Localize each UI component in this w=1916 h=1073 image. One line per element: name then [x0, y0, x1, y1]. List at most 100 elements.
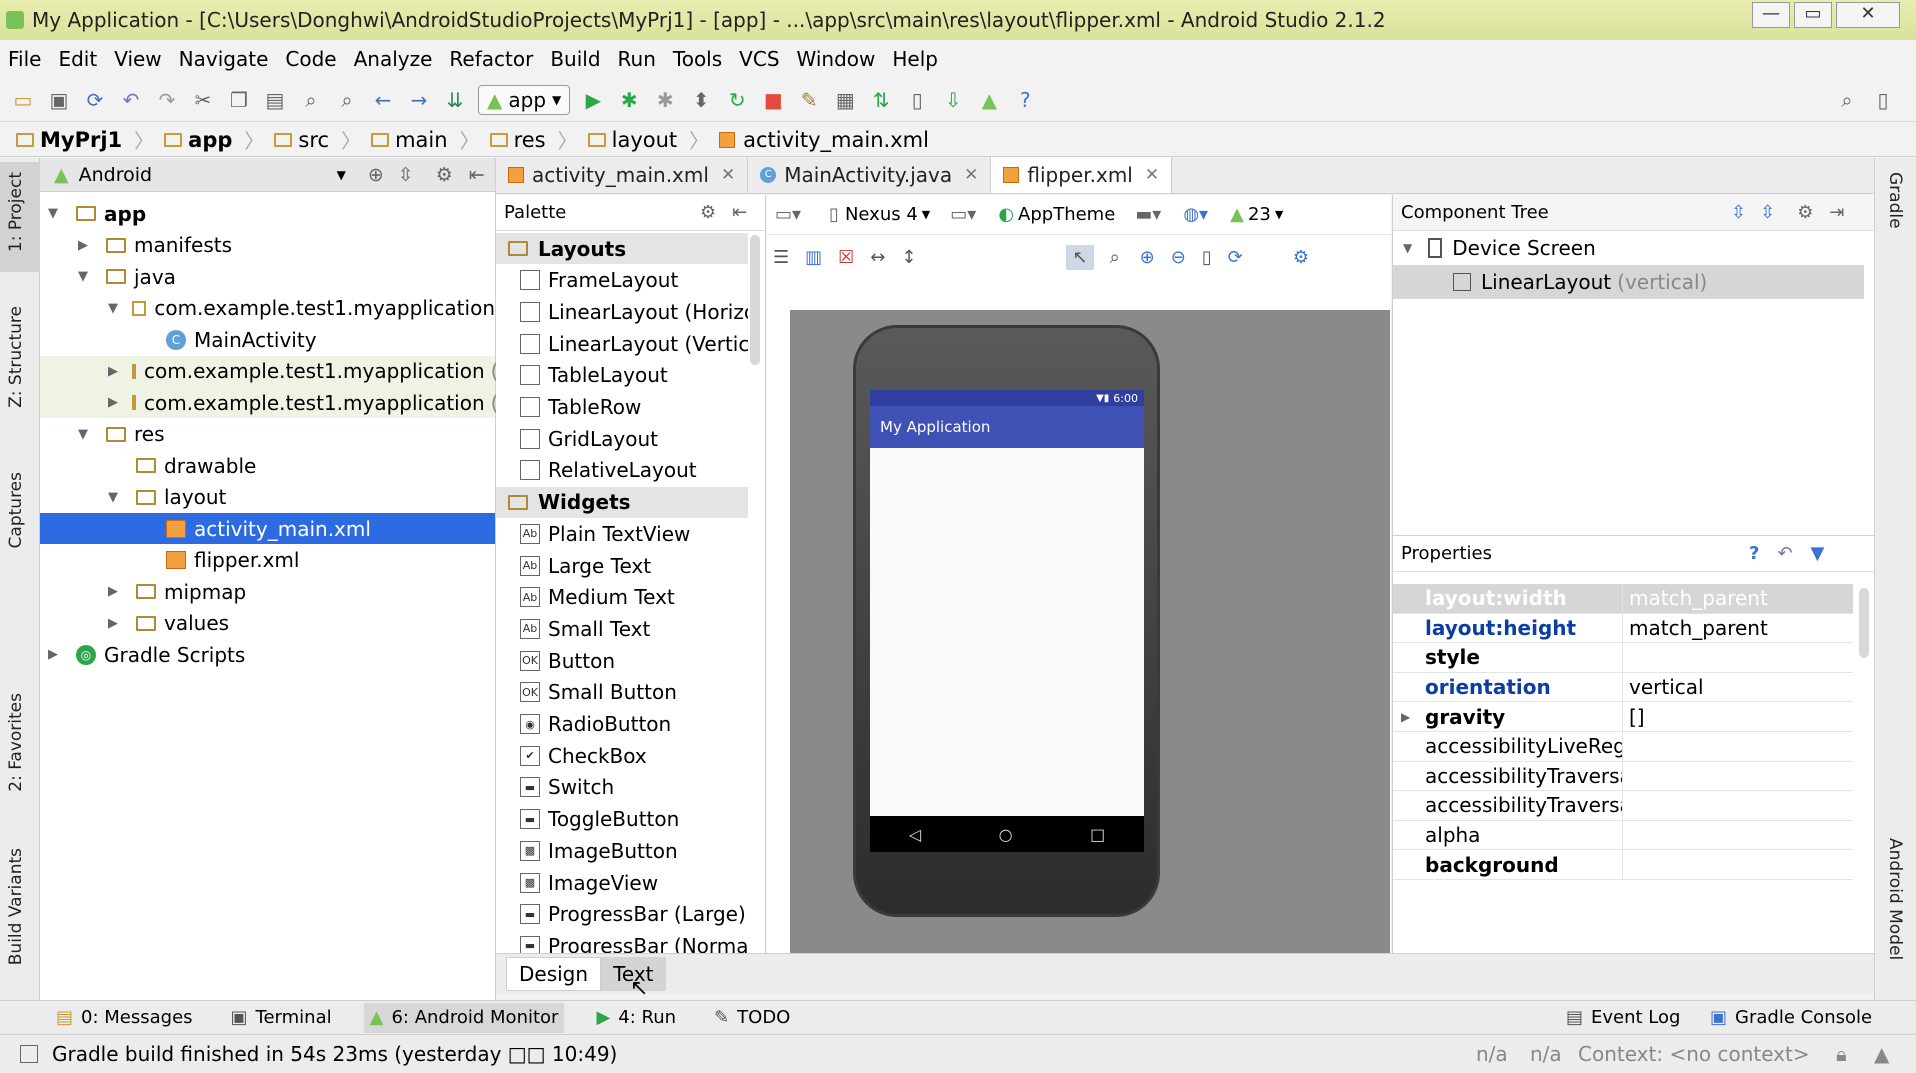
project-view-select[interactable]: Android — [79, 164, 337, 186]
attach-debugger-icon[interactable]: ⬍ — [688, 87, 714, 113]
gradle-console-tool-button[interactable]: ▣ Gradle Console — [1704, 1003, 1878, 1033]
sdk-manager-icon[interactable]: ⇩ — [940, 87, 966, 113]
property-row[interactable]: style — [1393, 642, 1853, 673]
zoom-out-icon[interactable]: ⊖ — [1171, 247, 1186, 268]
palette-item[interactable]: Ab Small Text — [520, 613, 650, 644]
android-monitor-tool-button[interactable]: ▲ 6: Android Monitor — [363, 1002, 565, 1033]
editor-tab-mainactivity[interactable]: C MainActivity.java ✕ — [748, 157, 992, 193]
palette-item[interactable]: TableRow — [520, 392, 641, 423]
device-screen[interactable] — [870, 390, 1144, 816]
android-icon[interactable]: ▲ — [1874, 1042, 1889, 1066]
menu-refactor[interactable]: Refactor — [449, 47, 533, 71]
property-row[interactable]: accessibilityTraversalA — [1393, 761, 1853, 792]
palette-item[interactable]: ◉ RadioButton — [520, 709, 671, 740]
fit-width-icon[interactable]: ↔ — [870, 247, 885, 268]
project-tree-item[interactable]: ▼ res — [40, 419, 495, 450]
collapse-arrow-icon[interactable]: ▶ — [108, 395, 118, 410]
property-row[interactable]: background — [1393, 849, 1853, 880]
event-log-indicator-icon[interactable]: ▯ — [1870, 87, 1896, 113]
project-tree-item[interactable]: ▶com.example.test1.myapplication(a — [40, 355, 511, 387]
terminal-tool-button[interactable]: ▣ Terminal — [225, 1003, 338, 1033]
collapse-arrow-icon[interactable]: ▶ — [108, 616, 122, 631]
menu-help[interactable]: Help — [892, 47, 938, 71]
menu-analyze[interactable]: Analyze — [354, 47, 433, 71]
breadcrumb-layout[interactable]: layout — [587, 128, 677, 152]
tree-node-linearlayout[interactable]: LinearLayout (vertical) — [1393, 265, 1864, 299]
collapse-all-icon[interactable]: ⇳ — [1760, 202, 1775, 223]
layout-columns-icon[interactable]: ▥ — [805, 247, 822, 268]
collapse-arrow-icon[interactable]: ▶ — [108, 584, 122, 599]
locale-icon[interactable]: ◍▾ — [1183, 204, 1208, 225]
editor-tab-activity-main[interactable]: activity_main.xml ✕ — [496, 157, 749, 193]
collapse-arrow-icon[interactable]: ▶ — [108, 364, 118, 379]
palette-item[interactable]: ▩ ImageView — [520, 867, 658, 898]
breadcrumb-app[interactable]: app — [164, 128, 232, 152]
chevron-down-icon[interactable]: ▼ — [337, 168, 346, 182]
property-value[interactable]: match_parent — [1623, 586, 1768, 610]
run-tool-button[interactable]: ▶ 4: Run — [590, 1003, 682, 1033]
project-tree-item[interactable]: ▶ mipmap — [40, 576, 495, 607]
palette-item[interactable]: ▬ ProgressBar (Large) — [520, 899, 746, 930]
undo-icon[interactable]: ↶ — [118, 87, 144, 113]
hide-panel-icon[interactable]: ⇥ — [1829, 202, 1844, 223]
project-tree-item[interactable]: flipper.xml — [40, 545, 495, 576]
palette-scrollbar[interactable] — [750, 235, 760, 365]
run-icon[interactable]: ▶ — [580, 87, 606, 113]
collapse-arrow-icon[interactable]: ▶ — [48, 647, 62, 662]
expand-arrow-icon[interactable]: ▼ — [48, 206, 62, 221]
palette-item[interactable]: LinearLayout (Vertical — [520, 328, 748, 359]
filter-icon[interactable]: ▼ — [1811, 543, 1825, 564]
gradle-sync-icon[interactable]: ⇅ — [868, 87, 894, 113]
expand-all-icon[interactable]: ⇳ — [1731, 202, 1746, 223]
make-project-icon[interactable]: ⇊ — [442, 87, 468, 113]
debug-icon[interactable]: ✱ — [616, 87, 642, 113]
android-model-tool-tab[interactable]: Android Model — [1885, 838, 1905, 960]
todo-tool-button[interactable]: ✎ TODO — [708, 1003, 796, 1033]
palette-item[interactable]: ✔ CheckBox — [520, 740, 647, 771]
api-level-select[interactable]: 23 — [1248, 204, 1271, 225]
property-row[interactable]: ▶ gravity[] — [1393, 701, 1853, 732]
palette-item[interactable]: ▬ ToggleButton — [520, 804, 679, 835]
expand-arrow-icon[interactable]: ▼ — [108, 301, 118, 316]
property-row[interactable]: alpha — [1393, 820, 1853, 851]
pan-icon[interactable]: ↖ — [1066, 244, 1094, 270]
expand-arrow-icon[interactable]: ▶ — [1401, 710, 1410, 724]
restore-default-icon[interactable]: ↶ — [1777, 543, 1792, 564]
collapse-arrow-icon[interactable]: ▶ — [78, 238, 92, 253]
palette-item[interactable]: RelativeLayout — [520, 455, 697, 486]
event-log-tool-button[interactable]: ▤ Event Log — [1560, 1003, 1686, 1033]
apply-changes-icon[interactable]: ↻ — [724, 87, 750, 113]
project-tree-item[interactable]: ▼ com.example.test1.myapplication — [40, 293, 495, 324]
theme-select[interactable]: AppTheme — [1018, 204, 1115, 225]
lock-icon[interactable]: 🔒︎ — [1836, 1042, 1847, 1066]
property-value[interactable]: match_parent — [1623, 616, 1768, 640]
project-tree-item[interactable]: activity_main.xml — [40, 513, 495, 544]
remove-icon[interactable]: ☒ — [838, 247, 854, 268]
run-config-select[interactable]: ▲ app ▼ — [478, 84, 571, 115]
project-tree-item[interactable]: ▶ ◎ Gradle Scripts — [40, 639, 495, 670]
project-tree-item[interactable]: drawable — [40, 450, 495, 481]
gear-icon[interactable]: ⚙ — [436, 164, 453, 186]
cut-icon[interactable]: ✂ — [190, 87, 216, 113]
properties-scrollbar[interactable] — [1859, 588, 1869, 658]
menu-vcs[interactable]: VCS — [739, 47, 779, 71]
stop-icon[interactable]: ■ — [760, 87, 786, 113]
property-row[interactable]: accessibilityLiveRegion — [1393, 731, 1853, 762]
project-tree-item[interactable]: ▶ manifests — [40, 230, 495, 261]
palette-item[interactable]: FrameLayout — [520, 265, 678, 296]
status-context[interactable]: Context: <no context> — [1578, 1042, 1810, 1066]
palette-item[interactable]: LinearLayout (Horizon — [520, 296, 748, 327]
editor-tab-flipper[interactable]: flipper.xml ✕ — [991, 157, 1173, 193]
project-tree-item[interactable]: ▶com.example.test1.myapplication(te — [40, 387, 519, 418]
project-tool-tab[interactable]: 1: Project — [6, 172, 26, 252]
sync-icon[interactable]: ⟳ — [82, 87, 108, 113]
palette-category-layouts[interactable]: Layouts — [496, 233, 748, 264]
palette-item[interactable]: ▬ ProgressBar (Normal) — [520, 930, 748, 953]
property-row[interactable]: orientation vertical — [1393, 672, 1853, 703]
hide-panel-icon[interactable]: ⇤ — [732, 202, 747, 223]
palette-item[interactable]: OK Button — [520, 645, 615, 676]
menu-edit[interactable]: Edit — [58, 47, 97, 71]
redo-icon[interactable]: ↷ — [154, 87, 180, 113]
refresh-icon[interactable]: ⟳ — [1228, 247, 1243, 268]
breadcrumb-main[interactable]: main — [371, 128, 448, 152]
